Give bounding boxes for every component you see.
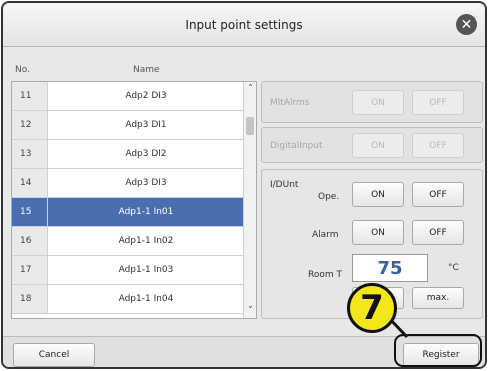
row-name: Adp3 DI1 [125, 120, 167, 130]
mltalrms-on-button[interactable]: ON [352, 90, 404, 115]
list-row[interactable]: 18 Adp1-1 In04 [12, 285, 244, 314]
roomt-label: Room T [308, 270, 342, 280]
row-number: 12 [12, 111, 48, 139]
mltalrms-label: MltAlrms [270, 98, 310, 108]
roomt-value-field[interactable]: 75 [352, 254, 428, 282]
mltalrms-off-button[interactable]: OFF [412, 90, 464, 115]
mltalrms-panel: MltAlrms ON OFF [261, 81, 483, 123]
list-row[interactable]: 13 Adp3 DI2 [12, 140, 244, 169]
column-header-name: Name [133, 65, 160, 75]
list-row[interactable]: 11 Adp2 DI3 [12, 82, 244, 111]
list-row[interactable]: 16 Adp1-1 In02 [12, 227, 244, 256]
row-number: 13 [12, 140, 48, 168]
ope-on-button[interactable]: ON [352, 182, 404, 207]
roomt-unit: °C [448, 263, 459, 273]
digitalinput-panel: DigitalInput ON OFF [261, 127, 483, 163]
alarm-off-button[interactable]: OFF [412, 220, 464, 245]
close-icon: ✕ [460, 16, 473, 33]
list-header: No. Name [3, 59, 253, 79]
list-row[interactable]: 14 Adp3 DI3 [12, 169, 244, 198]
alarm-on-button[interactable]: ON [352, 220, 404, 245]
row-number: 17 [12, 256, 48, 284]
row-name: Adp3 DI2 [125, 149, 167, 159]
row-name: Adp1-1 In04 [118, 294, 174, 304]
row-name: Adp1-1 In01 [48, 198, 244, 226]
scroll-thumb[interactable] [246, 117, 254, 135]
row-name: Adp1-1 In02 [118, 236, 174, 246]
row-number: 11 [12, 82, 48, 110]
column-header-no: No. [15, 65, 30, 75]
digitalinput-label: DigitalInput [270, 141, 323, 151]
input-point-settings-dialog: Input point settings ✕ No. Name 11 Adp2 … [1, 1, 487, 369]
digitalinput-on-button[interactable]: ON [352, 133, 404, 158]
list-row-selected[interactable]: 15 Adp1-1 In01 [12, 198, 244, 227]
row-name: Adp1-1 In03 [118, 265, 174, 275]
max-button[interactable]: max. [412, 287, 464, 309]
alarm-label: Alarm [312, 230, 339, 240]
scroll-up-icon[interactable]: ˄ [244, 84, 256, 94]
digitalinput-off-button[interactable]: OFF [412, 133, 464, 158]
row-number: 16 [12, 227, 48, 255]
close-button[interactable]: ✕ [456, 14, 477, 35]
input-point-list[interactable]: 11 Adp2 DI3 12 Adp3 DI1 13 Adp3 DI2 14 A… [11, 81, 257, 319]
callout-highlight-ring [394, 334, 482, 367]
row-name: Adp3 DI3 [125, 178, 167, 188]
step-number-badge: 7 [347, 283, 397, 333]
cancel-button[interactable]: Cancel [13, 343, 95, 367]
list-row[interactable]: 17 Adp1-1 In03 [12, 256, 244, 285]
title-bar: Input point settings ✕ [3, 3, 485, 47]
row-number: 15 [12, 198, 48, 226]
row-number: 14 [12, 169, 48, 197]
scroll-down-icon[interactable]: ˅ [244, 306, 256, 316]
idunt-label: I/DUnt [270, 180, 299, 190]
list-row[interactable]: 12 Adp3 DI1 [12, 111, 244, 140]
row-number: 18 [12, 285, 48, 313]
dialog-title: Input point settings [185, 17, 303, 32]
row-name: Adp2 DI3 [125, 91, 167, 101]
ope-label: Ope. [318, 192, 340, 202]
list-scrollbar[interactable]: ˄ ˅ [243, 82, 256, 318]
ope-off-button[interactable]: OFF [412, 182, 464, 207]
